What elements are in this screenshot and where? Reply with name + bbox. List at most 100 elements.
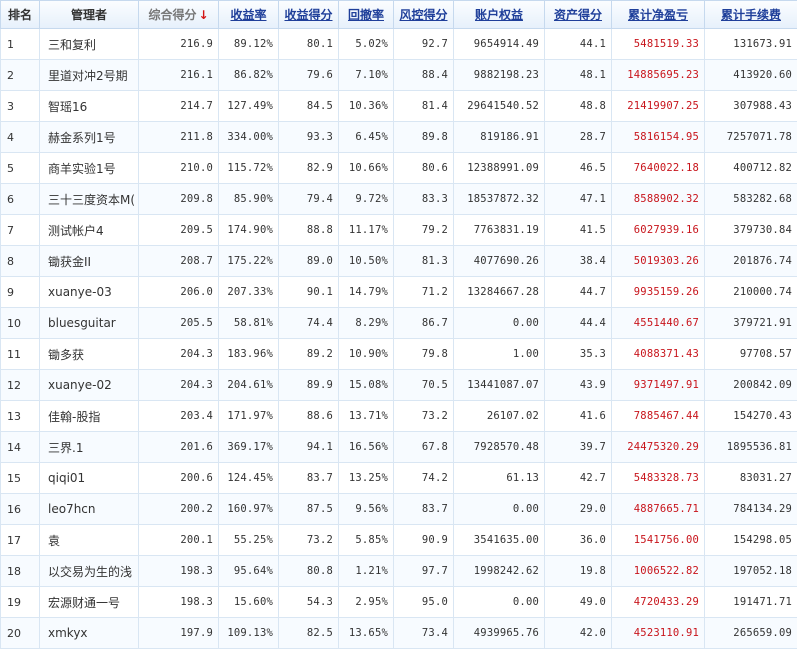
net-profit-cell: 5483328.73 [612, 463, 705, 494]
manager-cell: xuanye-02 [40, 370, 139, 401]
drawdown-cell: 1.21% [339, 556, 394, 587]
col-return-rate-header[interactable]: 收益率 [219, 1, 279, 29]
table-row: 16leo7hcn200.2160.97%87.59.56%83.70.0029… [1, 494, 797, 525]
rank-cell: 16 [1, 494, 40, 525]
col-fees-header[interactable]: 累计手续费 [705, 1, 797, 29]
col-asset-score-header[interactable]: 资产得分 [545, 1, 612, 29]
net-profit-cell: 21419907.25 [612, 91, 705, 122]
drawdown-cell: 10.66% [339, 153, 394, 184]
asset-score-cell: 48.8 [545, 91, 612, 122]
col-risk-score-header[interactable]: 风控得分 [394, 1, 454, 29]
col-equity-header[interactable]: 账户权益 [454, 1, 545, 29]
fees-cell: 265659.09 [705, 618, 797, 649]
fees-cell: 154270.43 [705, 401, 797, 432]
return-rate-cell: 115.72% [219, 153, 279, 184]
equity-cell: 12388991.09 [454, 153, 545, 184]
score-cell: 206.0 [139, 277, 219, 308]
return-score-cell: 80.1 [279, 29, 339, 60]
drawdown-cell: 13.25% [339, 463, 394, 494]
return-score-cell: 82.5 [279, 618, 339, 649]
net-profit-cell: 7885467.44 [612, 401, 705, 432]
fees-cell: 191471.71 [705, 587, 797, 618]
fees-cell: 583282.68 [705, 184, 797, 215]
drawdown-cell: 9.56% [339, 494, 394, 525]
net-profit-cell: 1006522.82 [612, 556, 705, 587]
score-cell: 198.3 [139, 587, 219, 618]
risk-score-cell: 90.9 [394, 525, 454, 556]
rank-cell: 4 [1, 122, 40, 153]
table-row: 2里道对冲2号期216.186.82%79.67.10%88.49882198.… [1, 60, 797, 91]
asset-score-cell: 41.6 [545, 401, 612, 432]
col-score-label[interactable]: 综合得分 [148, 8, 196, 22]
score-cell: 198.3 [139, 556, 219, 587]
table-row: 13佳翰-股指203.4171.97%88.613.71%73.226107.0… [1, 401, 797, 432]
col-score-header[interactable]: 综合得分↓ [139, 1, 219, 29]
manager-cell: bluesguitar [40, 308, 139, 339]
score-cell: 200.6 [139, 463, 219, 494]
risk-score-cell: 79.8 [394, 339, 454, 370]
col-return-score-header[interactable]: 收益得分 [279, 1, 339, 29]
drawdown-cell: 7.10% [339, 60, 394, 91]
asset-score-cell: 43.9 [545, 370, 612, 401]
score-cell: 204.3 [139, 339, 219, 370]
equity-cell: 1998242.62 [454, 556, 545, 587]
risk-score-cell: 81.4 [394, 91, 454, 122]
drawdown-cell: 13.71% [339, 401, 394, 432]
return-score-cell: 89.9 [279, 370, 339, 401]
rank-cell: 18 [1, 556, 40, 587]
manager-cell: 三界.1 [40, 432, 139, 463]
rank-cell: 5 [1, 153, 40, 184]
manager-cell: 智瑶16 [40, 91, 139, 122]
equity-cell: 0.00 [454, 587, 545, 618]
fees-cell: 154298.05 [705, 525, 797, 556]
asset-score-cell: 47.1 [545, 184, 612, 215]
score-cell: 210.0 [139, 153, 219, 184]
col-rank-header: 排名 [1, 1, 40, 29]
drawdown-cell: 14.79% [339, 277, 394, 308]
rank-cell: 20 [1, 618, 40, 649]
return-rate-cell: 55.25% [219, 525, 279, 556]
table-row: 7测试帐户4209.5174.90%88.811.17%79.27763831.… [1, 215, 797, 246]
equity-cell: 13441087.07 [454, 370, 545, 401]
score-cell: 200.2 [139, 494, 219, 525]
return-rate-cell: 58.81% [219, 308, 279, 339]
equity-cell: 9882198.23 [454, 60, 545, 91]
return-score-cell: 74.4 [279, 308, 339, 339]
fees-cell: 210000.74 [705, 277, 797, 308]
manager-cell: 以交易为生的浅 [40, 556, 139, 587]
rank-cell: 13 [1, 401, 40, 432]
col-drawdown-header[interactable]: 回撤率 [339, 1, 394, 29]
manager-cell: 三和复利 [40, 29, 139, 60]
fees-cell: 197052.18 [705, 556, 797, 587]
net-profit-cell: 4523110.91 [612, 618, 705, 649]
equity-cell: 9654914.49 [454, 29, 545, 60]
score-cell: 197.9 [139, 618, 219, 649]
risk-score-cell: 92.7 [394, 29, 454, 60]
fees-cell: 379730.84 [705, 215, 797, 246]
net-profit-cell: 4720433.29 [612, 587, 705, 618]
asset-score-cell: 44.4 [545, 308, 612, 339]
equity-cell: 61.13 [454, 463, 545, 494]
risk-score-cell: 67.8 [394, 432, 454, 463]
return-rate-cell: 95.64% [219, 556, 279, 587]
drawdown-cell: 5.85% [339, 525, 394, 556]
net-profit-cell: 8588902.32 [612, 184, 705, 215]
rank-cell: 19 [1, 587, 40, 618]
rank-cell: 7 [1, 215, 40, 246]
net-profit-cell: 7640022.18 [612, 153, 705, 184]
score-cell: 201.6 [139, 432, 219, 463]
equity-cell: 1.00 [454, 339, 545, 370]
net-profit-cell: 4551440.67 [612, 308, 705, 339]
risk-score-cell: 97.7 [394, 556, 454, 587]
drawdown-cell: 8.29% [339, 308, 394, 339]
fees-cell: 1895536.81 [705, 432, 797, 463]
score-cell: 200.1 [139, 525, 219, 556]
fees-cell: 400712.82 [705, 153, 797, 184]
rank-cell: 1 [1, 29, 40, 60]
equity-cell: 13284667.28 [454, 277, 545, 308]
manager-cell: qiqi01 [40, 463, 139, 494]
table-body: 1三和复利216.989.12%80.15.02%92.79654914.494… [1, 29, 797, 649]
return-rate-cell: 15.60% [219, 587, 279, 618]
col-net-profit-header[interactable]: 累计净盈亏 [612, 1, 705, 29]
return-score-cell: 88.8 [279, 215, 339, 246]
